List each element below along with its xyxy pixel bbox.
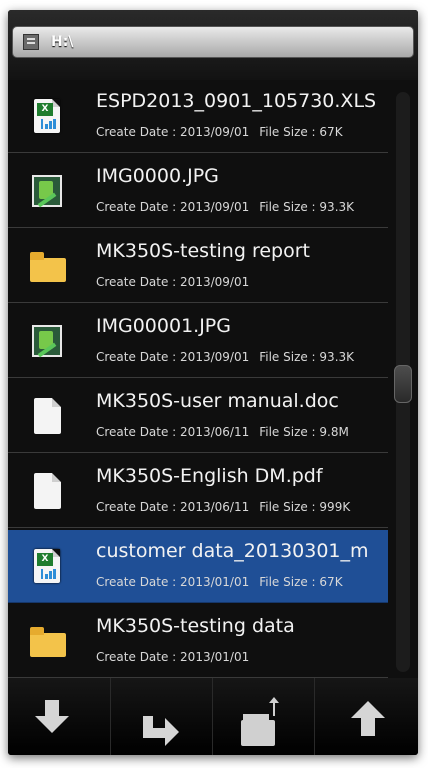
document-icon <box>26 396 66 438</box>
create-date-value: 2013/09/01 <box>180 350 250 364</box>
create-date-value: 2013/06/11 <box>180 425 250 439</box>
file-name: IMG0000.JPG <box>96 165 219 187</box>
file-size-value: 67K <box>319 575 343 589</box>
file-size-label: File Size : <box>259 425 320 439</box>
file-name: IMG00001.JPG <box>96 315 231 337</box>
current-path: H:\ <box>51 34 74 50</box>
create-date-label: Create Date : <box>96 575 181 589</box>
file-meta: Create Date : 2013/09/01 File Size : 93.3… <box>96 350 354 364</box>
file-size-value: 93.3K <box>319 200 355 214</box>
file-name: customer data_20130301_m <box>96 540 369 562</box>
scrollbar-thumb[interactable] <box>394 365 412 403</box>
file-size: File Size : 67K <box>259 125 342 139</box>
file-size-value: 93.3K <box>319 350 355 364</box>
return-button[interactable] <box>110 678 213 755</box>
file-size-label: File Size : <box>259 500 320 514</box>
file-row[interactable]: IMG00001.JPG Create Date : 2013/09/01 File… <box>8 305 388 378</box>
file-meta: Create Date : 2013/09/01 File Size : 93.3… <box>96 200 354 214</box>
xls-icon: X <box>26 546 66 588</box>
create-date-value: 2013/09/01 <box>180 275 250 289</box>
file-meta: Create Date : 2013/01/01 File Size : 67K <box>96 575 343 589</box>
file-row[interactable]: IMG0000.JPG Create Date : 2013/09/01 File … <box>8 155 388 228</box>
file-name: MK350S-user manual.doc <box>96 390 339 412</box>
file-row[interactable]: MK350S-user manual.doc Create Date : 2013… <box>8 380 388 453</box>
xls-icon: X <box>26 96 66 138</box>
create-date-label: Create Date : <box>96 125 181 139</box>
file-size: File Size : 9.8M <box>259 425 349 439</box>
move-folder-button[interactable] <box>212 678 315 755</box>
file-name: MK350S-English DM.pdf <box>96 465 323 487</box>
file-row[interactable]: MK350S-English DM.pdf Create Date : 2013/… <box>8 455 388 528</box>
create-date-label: Create Date : <box>96 425 181 439</box>
file-meta: Create Date : 2013/09/01 File Size : 67K <box>96 125 343 139</box>
folder-icon <box>26 246 66 288</box>
file-meta: Create Date : 2013/01/01 <box>96 650 249 664</box>
file-size-label: File Size : <box>259 575 320 589</box>
file-row[interactable]: Xcustomer data_20130301_m Create Date : 2… <box>8 530 388 603</box>
create-date-value: 2013/09/01 <box>180 125 250 139</box>
file-name: ESPD2013_0901_105730.XLS <box>96 90 377 112</box>
folder-icon <box>26 621 66 663</box>
file-list: X ESPD2013_0901_105730.XLS Create Date : 2… <box>8 80 388 680</box>
file-size-label: File Size : <box>259 350 320 364</box>
file-meta: Create Date : 2013/09/01 <box>96 275 249 289</box>
return-arrow-icon <box>143 716 169 738</box>
file-size: File Size : 999K <box>259 500 350 514</box>
download-arrow-icon <box>35 700 69 733</box>
create-date-label: Create Date : <box>96 350 181 364</box>
drive-icon <box>23 34 39 50</box>
create-date-value: 2013/09/01 <box>180 200 250 214</box>
file-size-label: File Size : <box>259 200 320 214</box>
file-size: File Size : 67K <box>259 575 342 589</box>
file-meta: Create Date : 2013/06/11 File Size : 9.8M <box>96 425 349 439</box>
create-date-label: Create Date : <box>96 500 181 514</box>
create-date-value: 2013/01/01 <box>180 575 250 589</box>
file-row[interactable]: X ESPD2013_0901_105730.XLS Create Date : 2… <box>8 80 388 153</box>
file-name: MK350S-testing data <box>96 615 295 637</box>
create-date-label: Create Date : <box>96 200 181 214</box>
file-size-value: 67K <box>319 125 343 139</box>
file-name: MK350S-testing report <box>96 240 310 262</box>
document-icon <box>26 471 66 513</box>
file-size: File Size : 93.3K <box>259 200 354 214</box>
file-size-value: 999K <box>319 500 351 514</box>
file-size-label: File Size : <box>259 125 320 139</box>
up-arrow-icon <box>351 701 385 736</box>
path-bar[interactable]: H:\ <box>12 26 414 58</box>
create-date-value: 2013/06/11 <box>180 500 250 514</box>
move-folder-icon <box>241 714 275 746</box>
file-row[interactable]: MK350S-testing data Create Date : 2013/01… <box>8 605 388 678</box>
file-browser-window: H:\ X ESPD2013_0901_105730.XLS Create Date… <box>8 10 418 755</box>
file-size-value: 9.8M <box>319 425 349 439</box>
file-meta: Create Date : 2013/06/11 File Size : 999K <box>96 500 350 514</box>
bottom-toolbar <box>8 678 418 755</box>
create-date-label: Create Date : <box>96 275 181 289</box>
path-header: H:\ <box>8 10 418 80</box>
file-size: File Size : 93.3K <box>259 350 354 364</box>
up-button[interactable] <box>314 678 417 755</box>
image-icon <box>26 171 66 213</box>
create-date-value: 2013/01/01 <box>180 650 250 664</box>
download-button[interactable] <box>8 678 110 755</box>
image-icon <box>26 321 66 363</box>
small-up-arrow-icon <box>269 697 279 716</box>
create-date-label: Create Date : <box>96 650 181 664</box>
file-row[interactable]: MK350S-testing report Create Date : 2013/… <box>8 230 388 303</box>
